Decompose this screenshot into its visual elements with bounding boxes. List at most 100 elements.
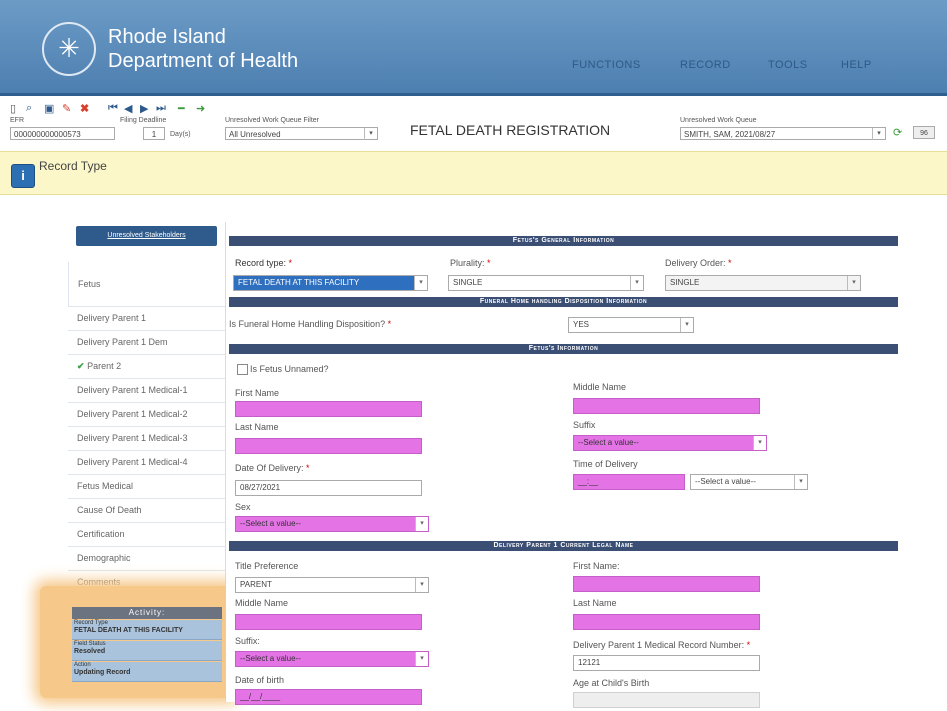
filing-deadline-label: Filing Deadline (120, 117, 167, 124)
sidebar-item-medical-4[interactable]: Delivery Parent 1 Medical-4 (68, 450, 225, 472)
nav-tools[interactable]: TOOLS (768, 59, 808, 71)
filing-days-field[interactable]: 1 (143, 127, 165, 140)
required-marker: * (728, 258, 732, 268)
next-icon[interactable]: ▶ (140, 102, 148, 115)
plurality-select[interactable]: SINGLE ▾ (448, 275, 644, 291)
section-legal-name: Delivery Parent 1 Current Legal Name (229, 541, 898, 551)
dod-label-text: Date Of Delivery: (235, 463, 304, 473)
nav-record[interactable]: RECORD (680, 59, 731, 71)
last-icon[interactable]: ⏭ (156, 102, 166, 115)
refresh-icon[interactable]: ⟳ (893, 126, 902, 139)
sidebar-item-fetus-medical[interactable]: Fetus Medical (68, 474, 225, 496)
record-type-select[interactable]: FETAL DEATH AT THIS FACILITY ▾ (233, 275, 428, 291)
record-type-label: Record type: * (235, 258, 292, 268)
sidebar-item-label: Parent 2 (87, 361, 122, 371)
delivery-order-select[interactable]: SINGLE ▾ (665, 275, 861, 291)
sidebar-item-fetus[interactable]: Fetus (68, 262, 225, 306)
work-queue-select[interactable]: SMITH, SAM, 2021/08/27 ▾ (680, 127, 886, 140)
nav-help[interactable]: HELP (841, 59, 872, 71)
sidebar-item-cause-of-death[interactable]: Cause Of Death (68, 498, 225, 520)
chevron-down-icon: ▾ (415, 578, 428, 592)
chevron-down-icon: ▾ (415, 517, 428, 531)
sidebar-item-delivery-parent-1[interactable]: Delivery Parent 1 (68, 306, 225, 328)
chevron-down-icon: ▾ (364, 128, 377, 140)
new-icon[interactable]: ▯ (10, 102, 16, 115)
record-type-value: FETAL DEATH AT THIS FACILITY (238, 278, 360, 287)
legal-first-name-label: First Name: (573, 561, 620, 571)
section-funeral: Funeral Home handling Disposition Inform… (229, 297, 898, 307)
mrn-input[interactable]: 12121 (573, 655, 760, 671)
first-icon[interactable]: ⏮ (108, 102, 118, 115)
go-button[interactable]: 96 (913, 126, 935, 139)
efr-label: EFR (10, 117, 24, 124)
sex-select[interactable]: --Select a value-- ▾ (235, 516, 429, 532)
section-general-info: Fetus's General Information (229, 236, 898, 246)
notice-text: Record Type (39, 159, 107, 173)
queue-filter-value: All Unresolved (229, 130, 281, 139)
title-preference-value: PARENT (240, 580, 272, 589)
prev-icon[interactable]: ◀ (124, 102, 132, 115)
minus-icon[interactable]: ━ (178, 102, 185, 115)
chevron-down-icon: ▾ (414, 276, 427, 290)
sidebar-item-medical-2[interactable]: Delivery Parent 1 Medical-2 (68, 402, 225, 424)
edit-icon[interactable]: ✎ (62, 102, 71, 115)
activity-row-label: Action (74, 662, 91, 668)
funeral-question-label: Is Funeral Home Handling Disposition? * (229, 319, 391, 329)
middle-name-input[interactable] (573, 398, 760, 414)
delete-icon[interactable]: ✖ (80, 102, 89, 115)
suffix-label: Suffix (573, 420, 596, 430)
sidebar-item-delivery-parent-1-dem[interactable]: Delivery Parent 1 Dem (68, 330, 225, 352)
sidebar-item-medical-3[interactable]: Delivery Parent 1 Medical-3 (68, 426, 225, 448)
sidebar-item-parent-2[interactable]: ✔ Parent 2 (68, 354, 225, 376)
unresolved-stakeholders-button[interactable]: Unresolved Stakeholders (76, 226, 217, 246)
dod-input[interactable]: 08/27/2021 (235, 480, 422, 496)
chevron-down-icon: ▾ (794, 475, 807, 489)
efr-field[interactable]: 000000000000573 (10, 127, 115, 140)
filing-unit-label: Day(s) (170, 131, 191, 138)
sidebar-item-certification[interactable]: Certification (68, 522, 225, 544)
info-icon: i (11, 164, 35, 188)
notice-bar (0, 151, 947, 195)
save-icon[interactable]: ▣ (44, 102, 54, 115)
find-icon[interactable]: ⌕ (26, 102, 32, 115)
last-name-input[interactable] (235, 438, 422, 454)
first-name-input[interactable] (235, 401, 422, 417)
arrow-icon[interactable]: ➜ (196, 102, 205, 115)
org-name-line2: Department of Health (108, 50, 299, 72)
activity-row: Record Type FETAL DEATH AT THIS FACILITY (72, 620, 222, 640)
first-name-label: First Name (235, 388, 280, 398)
suffix-select[interactable]: --Select a value-- ▾ (573, 435, 767, 451)
chevron-down-icon: ▾ (872, 128, 885, 140)
sidebar-item-medical-1[interactable]: Delivery Parent 1 Medical-1 (68, 378, 225, 400)
fetus-unnamed-checkbox[interactable] (237, 364, 248, 375)
chevron-down-icon: ▾ (630, 276, 643, 290)
work-queue-value: SMITH, SAM, 2021/08/27 (684, 130, 776, 139)
legal-suffix-select[interactable]: --Select a value-- ▾ (235, 651, 429, 667)
funeral-question-text: Is Funeral Home Handling Disposition? (229, 319, 386, 329)
activity-row-value: Updating Record (74, 669, 131, 676)
delivery-order-label: Delivery Order: * (665, 258, 732, 268)
funeral-handling-select[interactable]: YES ▾ (568, 317, 694, 333)
plurality-label: Plurality: * (450, 258, 491, 268)
page-title: FETAL DEATH REGISTRATION (410, 122, 611, 138)
tod-label: Time of Delivery (573, 459, 638, 469)
activity-row-label: Record Type (74, 620, 108, 626)
mrn-label-text: Delivery Parent 1 Medical Record Number: (573, 640, 745, 650)
legal-last-name-input[interactable] (573, 614, 760, 630)
legal-middle-name-input[interactable] (235, 614, 422, 630)
queue-filter-select[interactable]: All Unresolved ▾ (225, 127, 378, 140)
legal-first-name-input[interactable] (573, 576, 760, 592)
required-marker: * (746, 640, 751, 650)
activity-row-value: Resolved (74, 648, 106, 655)
tod-input[interactable]: __:__ (573, 474, 685, 490)
tod-select[interactable]: --Select a value-- ▾ (690, 474, 808, 490)
plurality-label-text: Plurality: (450, 258, 485, 268)
nav-functions[interactable]: FUNCTIONS (572, 59, 641, 71)
section-fetus-info: Fetus's Information (229, 344, 898, 354)
queue-filter-label: Unresolved Work Queue Filter (225, 117, 320, 124)
sidebar-item-demographic[interactable]: Demographic (68, 546, 225, 568)
dob-input[interactable]: __/__/____ (235, 689, 422, 705)
dob-label: Date of birth (235, 675, 285, 685)
title-preference-select[interactable]: PARENT ▾ (235, 577, 429, 593)
legal-suffix-label: Suffix: (235, 636, 260, 646)
